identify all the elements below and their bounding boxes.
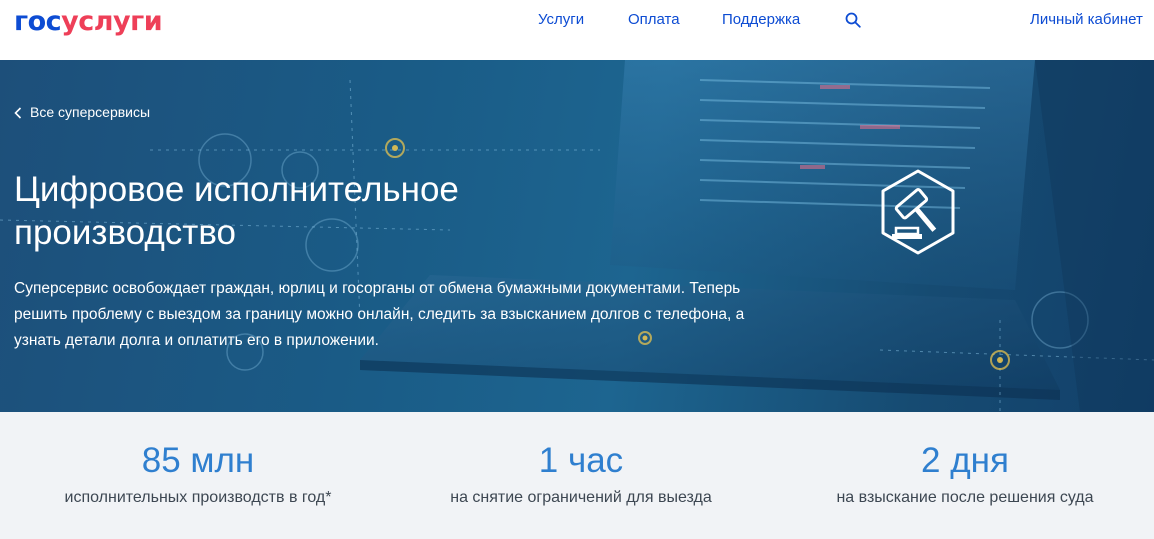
stat-value: 85 млн — [141, 441, 255, 480]
stat-item: 85 млн исполнительных производств в год* — [48, 442, 348, 510]
logo-part-gos: гос — [14, 6, 62, 37]
search-icon[interactable] — [845, 12, 861, 28]
personal-cabinet-link[interactable]: Личный кабинет — [1030, 11, 1143, 29]
stat-label: исполнительных производств в год* — [64, 489, 332, 506]
chevron-left-icon — [14, 106, 22, 119]
hero-banner: Все суперсервисы Цифровое исполнительное… — [0, 60, 1154, 412]
page-title: Цифровое исполнительное производство — [14, 170, 459, 252]
stat-value: 1 час — [538, 441, 624, 480]
logo-part-uslugi: услуги — [61, 6, 163, 37]
hero-description: Суперсервис освобождает граждан, юрлиц и… — [14, 280, 745, 349]
stat-value: 2 дня — [921, 441, 1009, 480]
gavel-icon — [881, 169, 955, 255]
gosuslugi-logo[interactable]: госуслуги — [14, 6, 163, 38]
stat-label: на взыскание после решения суда — [836, 489, 1094, 506]
stat-item: 1 час на снятие ограничений для выезда — [431, 442, 731, 510]
stat-item: 2 дня на взыскание после решения суда — [815, 442, 1115, 510]
nav-item-services[interactable]: Услуги — [538, 11, 584, 29]
back-to-superservices-link[interactable]: Все суперсервисы — [14, 104, 150, 121]
site-header: госуслуги Услуги Оплата Поддержка Личный… — [0, 0, 1154, 60]
back-link-label: Все суперсервисы — [30, 104, 151, 120]
stat-label: на снятие ограничений для выезда — [450, 489, 712, 506]
statistics-section: 85 млн исполнительных производств в год*… — [0, 412, 1154, 539]
nav-item-payment[interactable]: Оплата — [628, 11, 680, 29]
nav-item-support[interactable]: Поддержка — [722, 11, 800, 29]
